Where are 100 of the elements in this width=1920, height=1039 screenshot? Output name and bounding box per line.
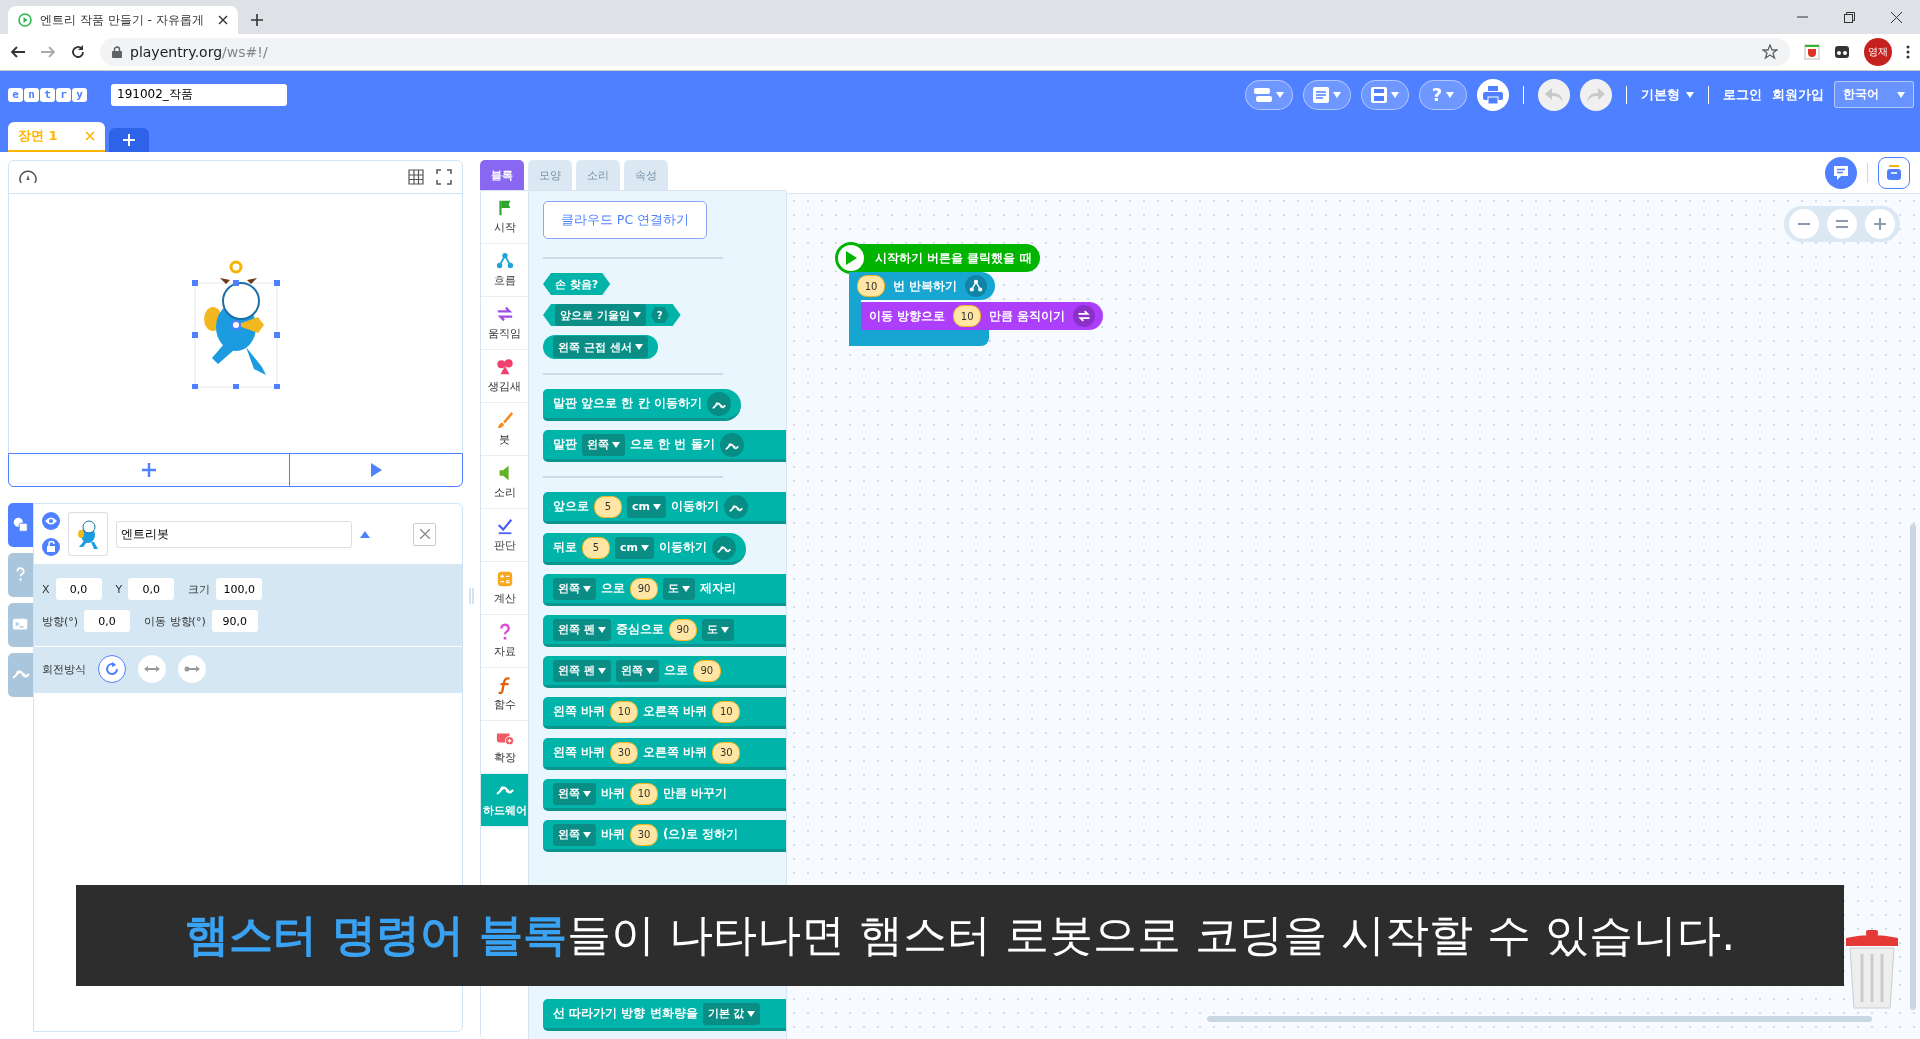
grid-icon[interactable] [408, 169, 424, 185]
menu-icon[interactable] [1906, 45, 1910, 59]
undo-button[interactable] [1538, 78, 1570, 111]
number-field[interactable]: 0,0 [55, 578, 102, 600]
address-bar[interactable]: playentry.org/ws#!/ [100, 38, 1790, 66]
code-block[interactable]: 왼쪽 펜 왼쪽 으로 90 [543, 656, 786, 688]
block-dropdown[interactable]: 왼쪽 [553, 577, 596, 600]
project-name-field[interactable]: 191002_작품 [111, 83, 287, 106]
shield-icon[interactable] [1804, 44, 1820, 60]
code-block[interactable]: 앞으로 5 cm 이동하기 [543, 492, 786, 524]
resize-handle[interactable] [469, 588, 474, 604]
block-dropdown[interactable]: 왼쪽 [553, 782, 596, 805]
delete-object-button[interactable] [413, 522, 436, 546]
zoom-out-button[interactable] [1789, 209, 1819, 239]
number-input[interactable]: 30 [712, 741, 741, 764]
add-scene-button[interactable] [109, 128, 149, 152]
cloud-pc-connect-button[interactable]: 클라우드 PC 연결하기 [543, 201, 707, 239]
number-input[interactable]: 90 [630, 577, 658, 600]
number-input[interactable]: 30 [610, 741, 639, 764]
comment-button[interactable] [1825, 156, 1857, 189]
save-menu-button[interactable] [1361, 79, 1409, 110]
number-input[interactable]: 10 [857, 275, 885, 297]
number-input[interactable]: 10 [610, 700, 639, 723]
run-button[interactable] [288, 454, 462, 486]
number-input[interactable]: 10 [630, 782, 658, 805]
block-dropdown[interactable]: 기본 값 [702, 1002, 761, 1025]
number-input[interactable]: 10 [953, 305, 982, 327]
vertical-scrollbar[interactable] [1910, 524, 1916, 1010]
login-link[interactable]: 로그인 [1723, 85, 1762, 104]
number-input[interactable]: 5 [582, 536, 610, 559]
boolean-slot[interactable]: ? [650, 307, 669, 323]
profile-avatar[interactable]: 영재 [1864, 38, 1892, 66]
close-icon[interactable] [218, 15, 228, 25]
rotation-mode-button[interactable] [98, 655, 126, 683]
code-block[interactable]: 말판 왼쪽 으로 한 번 돌기 [543, 430, 786, 462]
block-dropdown[interactable]: 왼쪽 [615, 659, 659, 682]
storage-button[interactable] [1878, 156, 1910, 189]
block-dropdown[interactable]: 왼쪽 펜 [553, 659, 611, 682]
number-input[interactable]: 90 [692, 659, 721, 682]
code-block[interactable]: 왼쪽 바퀴 10 오른쪽 바퀴 10 [543, 697, 786, 729]
code-block[interactable]: 왼쪽 펜 중심으로 90 도 [543, 615, 786, 647]
restore-icon[interactable] [1844, 11, 1855, 23]
block-dropdown[interactable]: cm [627, 495, 666, 518]
number-input[interactable]: 5 [594, 495, 622, 518]
number-field[interactable]: 0,0 [128, 578, 175, 600]
palette-tab[interactable]: 블록 [480, 160, 524, 190]
logo-letter[interactable]: y [72, 87, 87, 102]
eye-icon[interactable] [42, 512, 60, 530]
number-input[interactable]: 30 [630, 823, 658, 846]
reload-icon[interactable] [70, 44, 86, 60]
trash-icon[interactable] [1844, 930, 1900, 1010]
logo-letter[interactable]: t [40, 87, 55, 102]
document-menu-button[interactable] [1303, 79, 1351, 110]
object-thumbnail[interactable] [68, 512, 108, 556]
object-name-field[interactable]: 엔트리봇 [116, 520, 352, 548]
blocks-menu-button[interactable] [1245, 79, 1293, 110]
lock-icon[interactable] [42, 538, 60, 556]
number-input[interactable]: 10 [712, 700, 741, 723]
code-block[interactable]: 왼쪽 으로 90 도 제자리 [543, 574, 786, 606]
number-field[interactable]: 0,0 [84, 610, 131, 632]
print-button[interactable] [1477, 78, 1509, 111]
logo-letter[interactable]: r [56, 87, 71, 102]
block-dropdown[interactable]: 도 [663, 577, 695, 600]
close-icon[interactable] [1891, 11, 1902, 23]
sprite-drawing[interactable] [190, 259, 281, 389]
number-field[interactable]: 90,0 [211, 610, 258, 632]
back-icon[interactable] [10, 44, 26, 60]
code-block[interactable]: 앞으로 기울임 ? [543, 304, 681, 326]
block-dropdown[interactable]: 왼쪽 펜 [553, 618, 611, 641]
extension-icon[interactable] [1834, 45, 1850, 59]
block-dropdown[interactable]: 왼쪽 [582, 433, 625, 456]
code-block[interactable]: 왼쪽 바퀴 30 (으)로 정하기 [543, 820, 786, 852]
logo-letter[interactable]: n [24, 87, 39, 102]
block-dropdown[interactable]: 앞으로 기울임 [555, 304, 646, 326]
fullscreen-icon[interactable] [436, 169, 452, 185]
zoom-in-button[interactable] [1865, 209, 1895, 239]
block-dropdown[interactable]: 왼쪽 [553, 823, 596, 846]
move-block[interactable]: 이동 방향으로 10 만큼 움직이기 [861, 302, 1104, 330]
redo-button[interactable] [1580, 78, 1612, 111]
number-input[interactable]: 90 [668, 618, 697, 641]
mode-dropdown[interactable]: 기본형 [1641, 85, 1694, 104]
loop-block[interactable]: 10 번 반복하기 [849, 272, 996, 300]
number-field[interactable]: 100,0 [216, 578, 263, 600]
code-block[interactable]: 왼쪽 근접 센서 [543, 335, 658, 359]
code-block[interactable]: 뒤로 5 cm 이동하기 [543, 533, 746, 565]
star-icon[interactable] [1762, 44, 1778, 60]
new-tab-icon[interactable] [250, 13, 264, 27]
zoom-reset-button[interactable] [1827, 209, 1857, 239]
block-dropdown[interactable]: 도 [701, 618, 734, 641]
browser-tab[interactable]: 엔트리 작품 만들기 - 자유롭게 [8, 6, 238, 34]
code-block[interactable]: 왼쪽 바퀴 10 만큼 바꾸기 [543, 779, 786, 811]
horizontal-scrollbar[interactable] [1207, 1016, 1872, 1022]
speed-gauge-icon[interactable] [19, 169, 37, 185]
block-dropdown[interactable]: 왼쪽 근접 센서 [553, 336, 648, 358]
logo-letter[interactable]: e [8, 87, 23, 102]
forward-icon[interactable] [40, 44, 56, 60]
collapse-caret-icon[interactable] [360, 530, 370, 538]
code-block[interactable]: 왼쪽 바퀴 30 오른쪽 바퀴 30 [543, 738, 786, 770]
code-block[interactable]: 선 따라가기 방향 변화량을 기본 값 [543, 999, 786, 1031]
side-tab[interactable] [8, 503, 33, 547]
